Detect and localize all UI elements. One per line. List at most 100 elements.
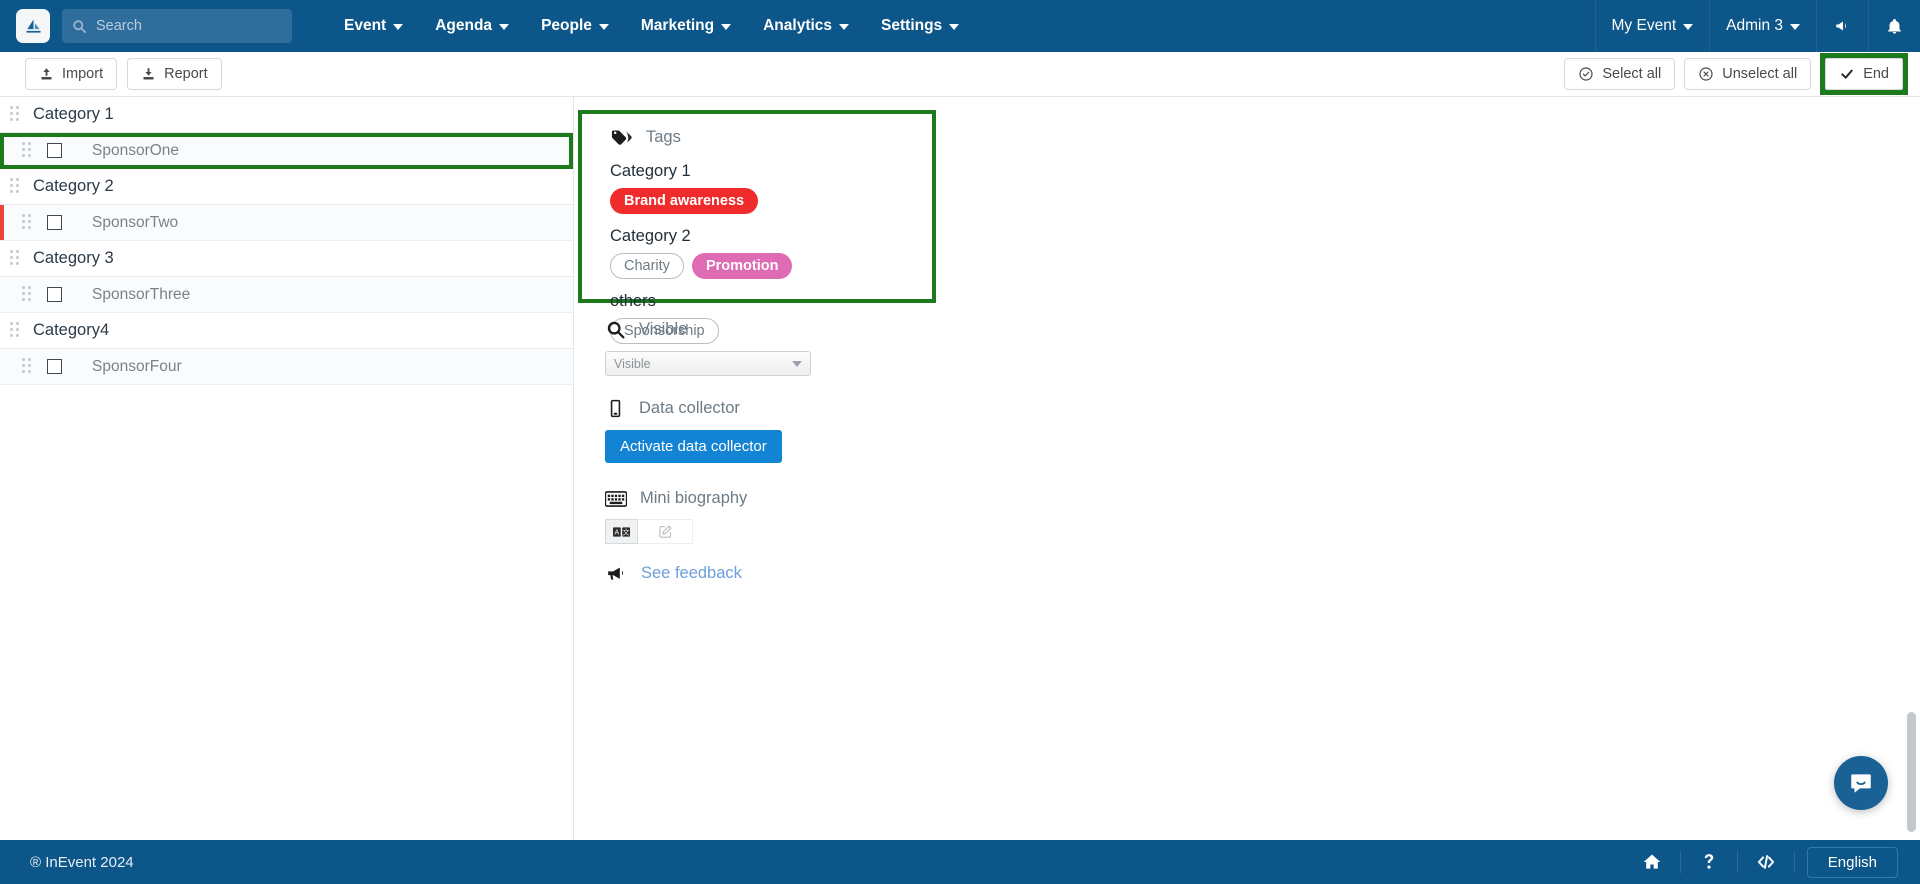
sponsor-row-sponsorthree[interactable]: SponsorThree bbox=[0, 277, 573, 313]
category-row[interactable]: Category 2 bbox=[0, 169, 573, 205]
category-label: Category 1 bbox=[33, 105, 114, 123]
sponsor-row-sponsorone[interactable]: SponsorOne bbox=[0, 133, 573, 169]
sponsor-checkbox[interactable] bbox=[47, 287, 62, 302]
sponsor-detail-panel: Tags Category 1 Brand awareness Category… bbox=[575, 97, 1920, 884]
sponsor-label: SponsorOne bbox=[92, 141, 180, 159]
chevron-down-icon bbox=[598, 24, 609, 30]
event-selector[interactable]: My Event bbox=[1594, 0, 1710, 52]
tags-header: Tags bbox=[610, 126, 932, 149]
chat-bubble-icon[interactable] bbox=[1834, 756, 1888, 810]
drag-handle-icon[interactable] bbox=[10, 322, 19, 340]
sponsor-row-sponsorfour[interactable]: SponsorFour bbox=[0, 349, 573, 385]
search-input[interactable]: Search bbox=[62, 9, 292, 43]
see-feedback-header[interactable]: See feedback bbox=[605, 563, 742, 583]
drag-handle-icon[interactable] bbox=[10, 250, 19, 268]
nav-label: People bbox=[541, 17, 592, 34]
check-icon bbox=[1841, 69, 1853, 79]
magnifier-icon bbox=[607, 321, 625, 339]
mini-biography-title: Mini biography bbox=[640, 489, 748, 507]
account-menu[interactable]: Admin 3 bbox=[1709, 0, 1816, 52]
select-all-button[interactable]: Select all bbox=[1564, 58, 1676, 90]
chevron-down-icon bbox=[839, 24, 850, 30]
vertical-scrollbar[interactable] bbox=[1907, 712, 1916, 832]
chevron-down-icon bbox=[499, 24, 510, 30]
import-button[interactable]: Import bbox=[25, 58, 118, 90]
sponsor-row-sponsortwo[interactable]: SponsorTwo bbox=[0, 205, 573, 241]
nav-item-event[interactable]: Event bbox=[328, 0, 419, 52]
svg-text:文: 文 bbox=[623, 527, 630, 536]
drag-handle-icon[interactable] bbox=[22, 142, 31, 160]
drag-handle-icon[interactable] bbox=[10, 178, 19, 196]
top-navbar: Search Event Agenda People Marketing Ana… bbox=[0, 0, 1920, 52]
sponsor-checkbox[interactable] bbox=[47, 359, 62, 374]
upload-icon bbox=[41, 67, 52, 79]
data-collector-header: Data collector bbox=[605, 398, 782, 419]
x-circle-icon bbox=[1699, 67, 1713, 81]
report-button[interactable]: Report bbox=[127, 58, 222, 90]
copyright-text: ® InEvent 2024 bbox=[30, 853, 134, 871]
nav-item-settings[interactable]: Settings bbox=[865, 0, 975, 52]
sponsor-row-wrapper: SponsorOne bbox=[0, 133, 573, 169]
tag-pill-promotion[interactable]: Promotion bbox=[691, 253, 793, 279]
visible-header: Visible bbox=[605, 319, 811, 340]
chevron-down-icon bbox=[1790, 24, 1800, 30]
category-label: Category4 bbox=[33, 321, 110, 339]
category-row[interactable]: Category 1 bbox=[0, 97, 573, 133]
search-placeholder: Search bbox=[96, 18, 142, 34]
mobile-icon bbox=[610, 399, 621, 418]
see-feedback-link[interactable]: See feedback bbox=[641, 564, 742, 583]
home-icon[interactable] bbox=[1624, 840, 1680, 884]
tags-title: Tags bbox=[646, 128, 681, 146]
inevent-logo-icon[interactable] bbox=[16, 9, 50, 43]
page-footer: ® InEvent 2024 English bbox=[0, 840, 1920, 884]
visible-section: Visible Visible bbox=[605, 319, 811, 376]
sponsor-list-panel[interactable]: Category 1 SponsorOne Category 2 Sponsor… bbox=[0, 97, 574, 884]
code-icon[interactable] bbox=[1738, 840, 1794, 884]
category-row[interactable]: Category4 bbox=[0, 313, 573, 349]
chevron-down-icon bbox=[721, 24, 732, 30]
sponsor-checkbox[interactable] bbox=[47, 143, 62, 158]
tag-pill-charity[interactable]: Charity bbox=[610, 253, 684, 279]
question-icon[interactable] bbox=[1681, 840, 1737, 884]
megaphone-icon bbox=[608, 567, 624, 580]
mini-biography-section: Mini biography A 文 bbox=[605, 489, 747, 544]
nav-item-marketing[interactable]: Marketing bbox=[625, 0, 747, 52]
nav-label: Agenda bbox=[435, 17, 493, 34]
bell-icon[interactable] bbox=[1868, 0, 1920, 52]
sponsor-checkbox[interactable] bbox=[47, 215, 62, 230]
nav-item-analytics[interactable]: Analytics bbox=[747, 0, 865, 52]
megaphone-icon[interactable] bbox=[1816, 0, 1868, 52]
nav-item-agenda[interactable]: Agenda bbox=[419, 0, 525, 52]
drag-handle-icon[interactable] bbox=[10, 106, 19, 124]
drag-handle-icon[interactable] bbox=[22, 358, 31, 376]
tag-group-label: Category 1 bbox=[610, 162, 691, 180]
tag-icon bbox=[611, 130, 632, 145]
drag-handle-icon[interactable] bbox=[22, 214, 31, 232]
action-toolbar: Import Report Select all Unselect all En… bbox=[0, 52, 1920, 97]
category-row[interactable]: Category 3 bbox=[0, 241, 573, 277]
sponsor-label: SponsorThree bbox=[92, 285, 191, 303]
end-button[interactable]: End bbox=[1825, 58, 1903, 90]
unselect-all-button[interactable]: Unselect all bbox=[1684, 58, 1812, 90]
nav-label: Analytics bbox=[763, 17, 833, 34]
category-label: Category 3 bbox=[33, 249, 114, 267]
category-label: Category 2 bbox=[33, 177, 114, 195]
tag-group-label: Category 2 bbox=[610, 227, 691, 245]
translate-icon[interactable]: A 文 bbox=[605, 519, 638, 544]
visible-select[interactable]: Visible bbox=[605, 351, 811, 376]
activate-data-collector-button[interactable]: Activate data collector bbox=[605, 430, 782, 463]
tag-pill-brand-awareness[interactable]: Brand awareness bbox=[610, 188, 759, 214]
import-label: Import bbox=[62, 66, 104, 82]
nav-item-people[interactable]: People bbox=[525, 0, 625, 52]
account-menu-label: Admin 3 bbox=[1726, 17, 1783, 34]
tag-group-label: others bbox=[610, 292, 656, 310]
svg-text:A: A bbox=[615, 529, 620, 536]
edit-pencil-icon[interactable] bbox=[638, 519, 693, 544]
language-selector[interactable]: English bbox=[1806, 846, 1898, 878]
data-collector-title: Data collector bbox=[639, 399, 740, 417]
navbar-right: My Event Admin 3 bbox=[1594, 0, 1920, 52]
data-collector-section: Data collector Activate data collector bbox=[605, 398, 782, 463]
check-circle-icon bbox=[1579, 67, 1593, 81]
unselect-all-label: Unselect all bbox=[1722, 66, 1798, 82]
drag-handle-icon[interactable] bbox=[22, 286, 31, 304]
